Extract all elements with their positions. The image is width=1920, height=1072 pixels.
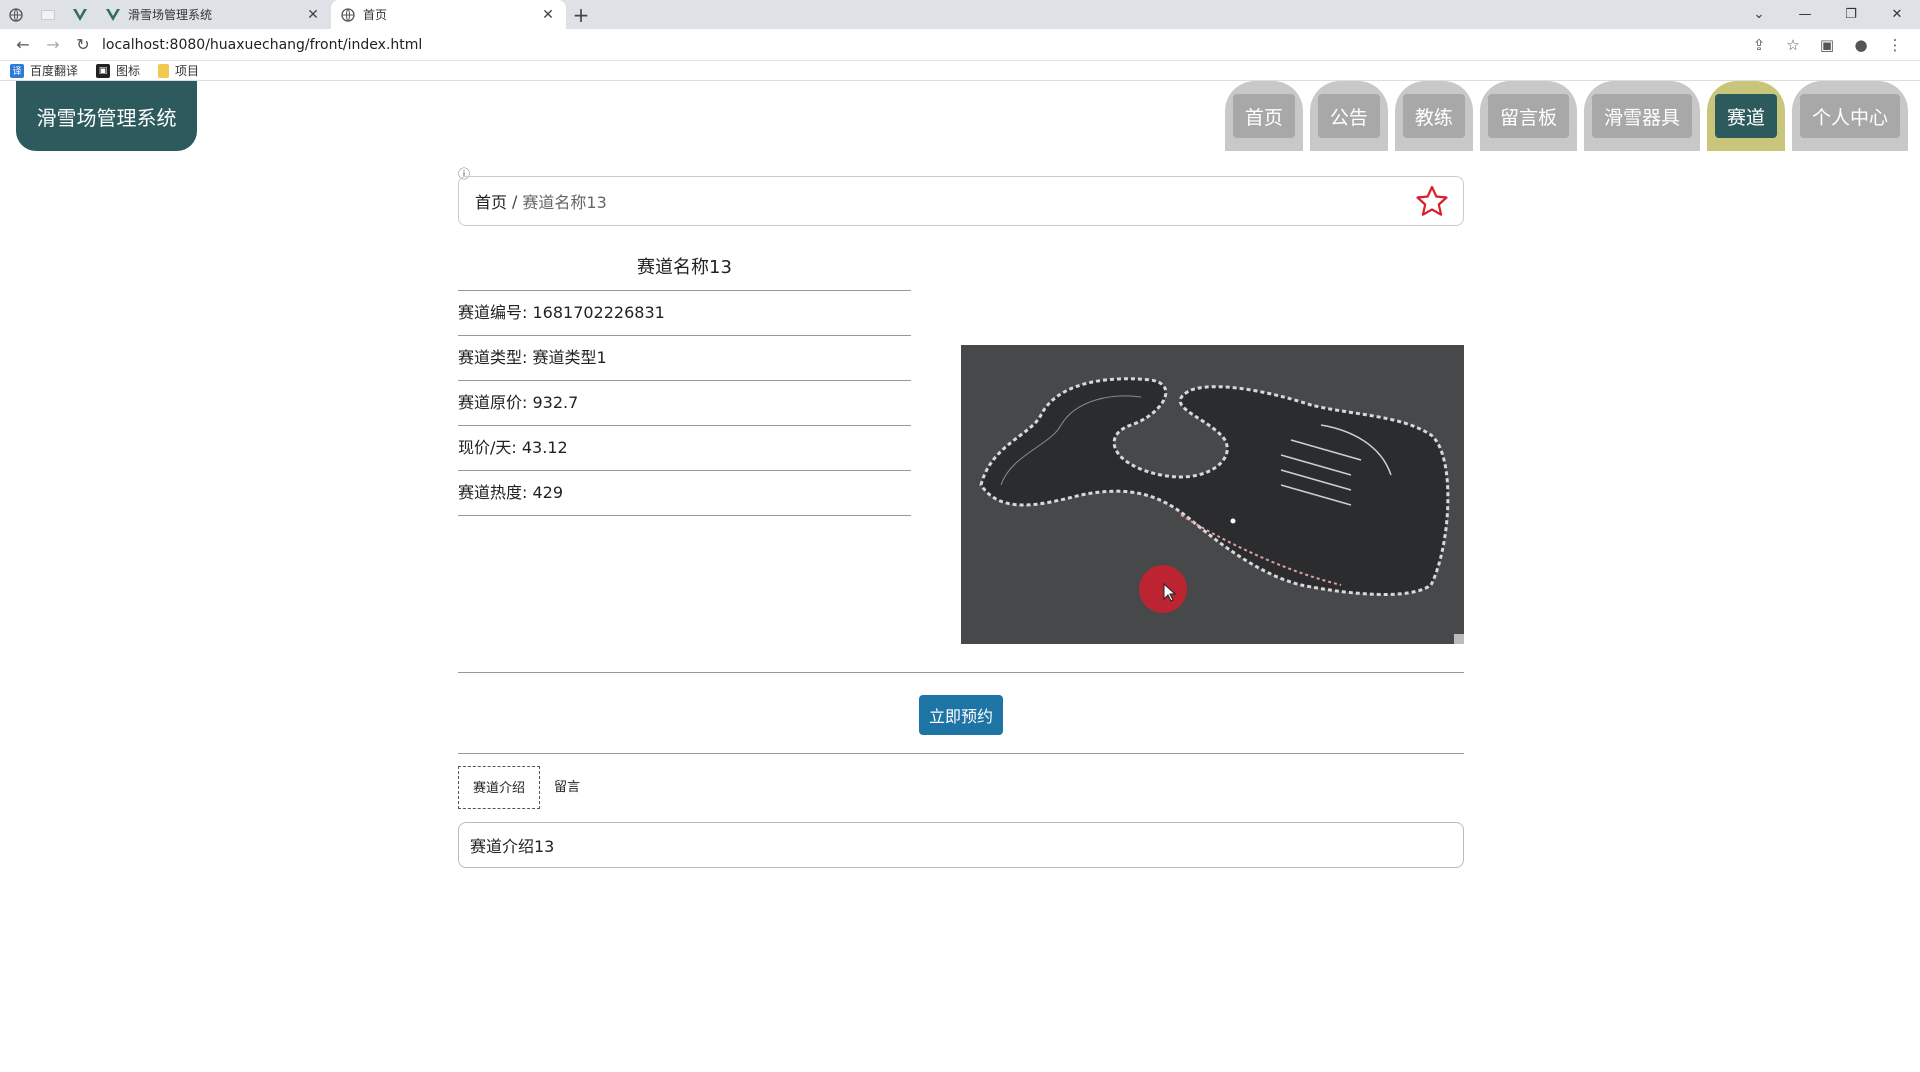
nav-label: 留言板 xyxy=(1487,94,1569,138)
pinned-tab-globe[interactable] xyxy=(0,0,32,29)
nav-message-board[interactable]: 留言板 xyxy=(1479,81,1577,151)
vue-icon xyxy=(73,8,87,21)
track-image xyxy=(961,345,1464,644)
nav-label: 赛道 xyxy=(1714,94,1777,138)
bookmark-label: 百度翻译 xyxy=(30,64,79,78)
page-content: 滑雪场管理系统 首页 公告 教练 留言板 滑雪器具 赛道 个人中心 首页 / 赛… xyxy=(0,81,1920,1071)
track-info: 赛道名称13 赛道编号: 1681702226831 赛道类型: 赛道类型1 赛… xyxy=(458,246,911,516)
reload-icon[interactable]: ↻ xyxy=(68,35,98,54)
new-tab-button[interactable]: + xyxy=(566,0,596,29)
profile-icon[interactable]: ● xyxy=(1844,36,1878,54)
nav-coaches[interactable]: 教练 xyxy=(1394,81,1473,151)
race-track-illustration xyxy=(961,345,1464,644)
folder-icon xyxy=(158,63,170,78)
window-controls: ⌄ — ❐ ✕ xyxy=(1736,0,1920,29)
pinned-tab-blank[interactable] xyxy=(32,0,64,29)
nav-announcements[interactable]: 公告 xyxy=(1309,81,1388,151)
nav-label: 公告 xyxy=(1317,94,1380,138)
track-type: 赛道类型: 赛道类型1 xyxy=(458,336,911,381)
nav-label: 滑雪器具 xyxy=(1591,94,1692,138)
bookmark-star-icon[interactable]: ☆ xyxy=(1776,36,1810,54)
nav-label: 教练 xyxy=(1402,94,1465,138)
forward-icon[interactable]: → xyxy=(38,35,68,54)
main-nav: 首页 公告 教练 留言板 滑雪器具 赛道 个人中心 xyxy=(1224,81,1908,151)
tab-search-icon[interactable]: ⌄ xyxy=(1736,7,1782,22)
tab-panel-content: 赛道介绍13 xyxy=(458,822,1464,868)
nav-personal-center[interactable]: 个人中心 xyxy=(1791,81,1908,151)
image-icon: ▣ xyxy=(96,63,111,78)
track-name: 赛道名称13 xyxy=(458,246,911,291)
nav-tracks[interactable]: 赛道 xyxy=(1706,81,1785,151)
nav-home[interactable]: 首页 xyxy=(1224,81,1303,151)
globe-icon xyxy=(9,7,23,22)
tab-title: 滑雪场管理系统 xyxy=(128,8,213,22)
book-now-button[interactable]: 立即预约 xyxy=(919,695,1003,735)
bookmarks-bar: 译 百度翻译 ▣ 图标 项目 xyxy=(0,61,1920,81)
track-original-price: 赛道原价: 932.7 xyxy=(458,381,911,426)
close-icon[interactable]: ✕ xyxy=(540,7,556,23)
track-popularity: 赛道热度: 429 xyxy=(458,471,911,516)
breadcrumb-home[interactable]: 首页 xyxy=(475,189,507,213)
site-logo[interactable]: 滑雪场管理系统 xyxy=(16,81,197,151)
globe-icon xyxy=(341,7,355,22)
blank-page-icon xyxy=(41,9,55,20)
breadcrumb-current: 赛道名称13 xyxy=(522,193,607,212)
browser-tab-strip: 滑雪场管理系统 ✕ 首页 ✕ + ⌄ — ❐ ✕ xyxy=(0,0,1920,29)
menu-icon[interactable]: ⋮ xyxy=(1878,36,1912,54)
pointer-icon xyxy=(1163,583,1177,602)
detail-tabs: 赛道介绍 留言 xyxy=(458,766,594,809)
bookmark-baidu-translate[interactable]: 译 百度翻译 xyxy=(10,62,78,79)
tab-comments[interactable]: 留言 xyxy=(540,766,594,809)
track-number: 赛道编号: 1681702226831 xyxy=(458,291,911,336)
url-field[interactable]: ⓘ localhost:8080/huaxuechang/front/index… xyxy=(102,33,1742,182)
share-icon[interactable]: ⇪ xyxy=(1742,36,1776,54)
tab-title: 首页 xyxy=(363,8,388,22)
tab-track-intro[interactable]: 赛道介绍 xyxy=(458,766,541,809)
divider-bottom xyxy=(458,753,1464,754)
breadcrumb: 首页 / 赛道名称13 xyxy=(458,176,1464,226)
close-icon[interactable]: ✕ xyxy=(305,7,321,23)
side-panel-icon[interactable]: ▣ xyxy=(1810,36,1844,54)
bookmark-icons[interactable]: ▣ 图标 xyxy=(96,62,140,79)
bookmark-projects[interactable]: 项目 xyxy=(158,62,199,79)
vue-icon xyxy=(106,8,120,21)
divider-top xyxy=(458,672,1464,673)
translate-icon: 译 xyxy=(10,63,24,78)
back-icon[interactable]: ← xyxy=(8,35,38,54)
tab-admin-system[interactable]: 滑雪场管理系统 ✕ xyxy=(96,0,331,29)
breadcrumb-separator: / xyxy=(512,191,518,211)
track-current-price: 现价/天: 43.12 xyxy=(458,426,911,471)
bookmark-label: 图标 xyxy=(116,64,141,78)
nav-label: 个人中心 xyxy=(1799,94,1900,138)
url-text: localhost:8080/huaxuechang/front/index.h… xyxy=(102,36,423,53)
bookmark-label: 项目 xyxy=(175,64,200,78)
mouse-cursor-highlight xyxy=(1139,565,1187,613)
favorite-star-icon[interactable] xyxy=(1415,185,1449,217)
restore-icon[interactable]: ❐ xyxy=(1828,7,1874,22)
nav-ski-equipment[interactable]: 滑雪器具 xyxy=(1583,81,1700,151)
minimize-icon[interactable]: — xyxy=(1782,7,1828,22)
nav-label: 首页 xyxy=(1232,94,1295,138)
pinned-tab-vue[interactable] xyxy=(64,0,96,29)
tab-home[interactable]: 首页 ✕ xyxy=(331,0,566,29)
window-close-icon[interactable]: ✕ xyxy=(1874,7,1920,22)
address-bar: ← → ↻ ⓘ localhost:8080/huaxuechang/front… xyxy=(0,29,1920,182)
